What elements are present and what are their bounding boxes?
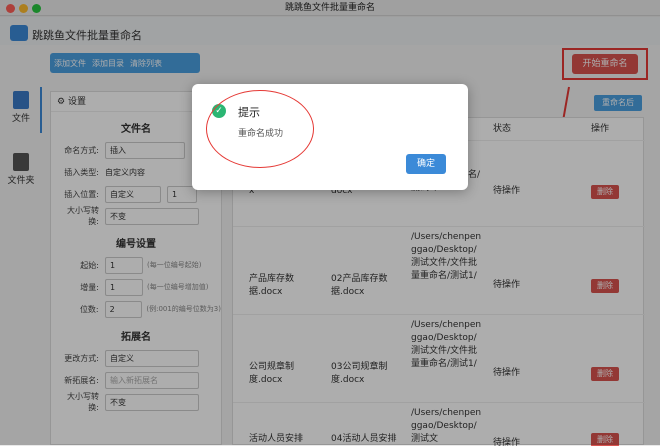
ok-button[interactable]: 确定 <box>406 154 446 174</box>
annotation-ellipse <box>206 90 314 168</box>
modal-overlay <box>0 0 660 445</box>
